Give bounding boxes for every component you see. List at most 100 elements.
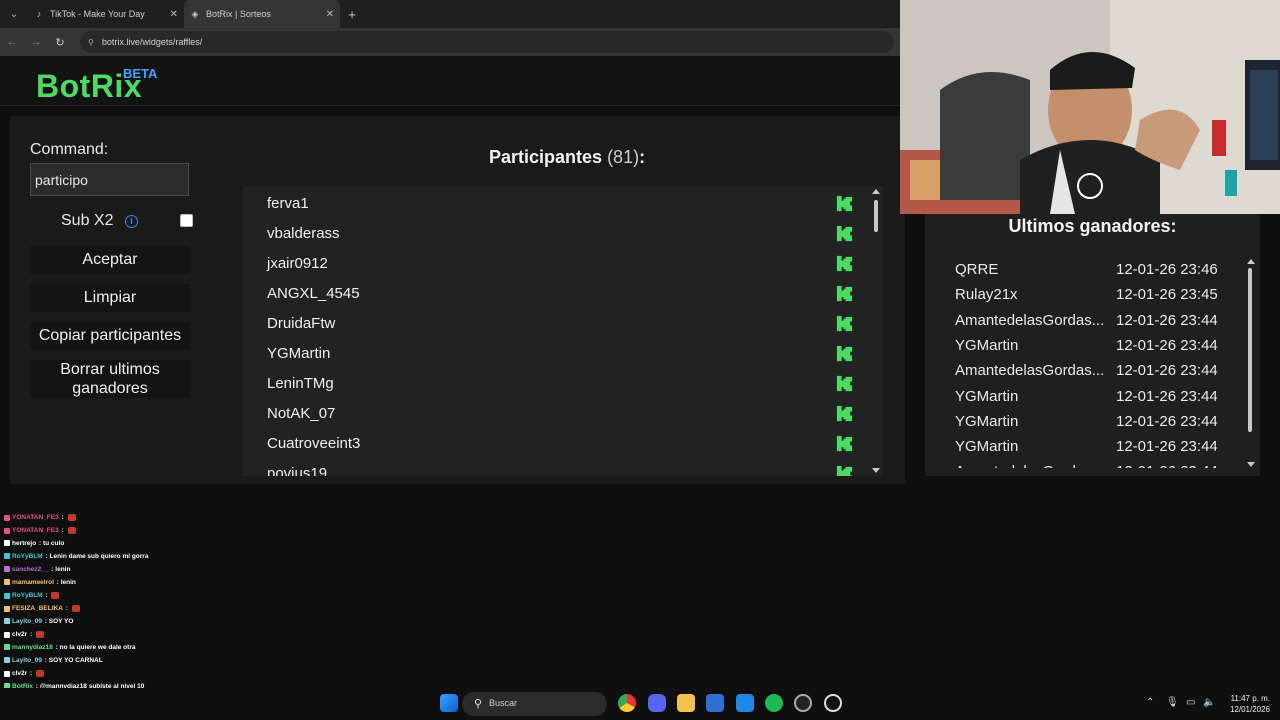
winner-date: 12-01-26 23:44	[1116, 387, 1218, 405]
stream-chat-overlay: YONATAN_FE3 : YONATAN_FE3 : hertrejo : t…	[0, 502, 300, 712]
winner-date: 12-01-26 23:44	[1116, 362, 1218, 380]
browser-toolbar: ← → ↻ ⚲ botrix.live/widgets/raffles/	[0, 28, 900, 56]
close-icon[interactable]: ✕	[326, 9, 334, 20]
kick-icon	[836, 435, 853, 452]
windows-start-icon[interactable]	[440, 694, 458, 712]
emote-icon	[71, 605, 80, 612]
copy-participants-button[interactable]: Copiar participantes	[30, 322, 190, 350]
participant-name: NotAK_07	[267, 405, 336, 422]
chat-separator: :	[43, 592, 50, 600]
botrix-favicon-icon: ◈	[191, 8, 199, 19]
scroll-up-arrow-icon[interactable]	[1247, 259, 1255, 264]
scroll-down-arrow-icon[interactable]	[1247, 462, 1255, 467]
command-input[interactable]	[30, 163, 189, 196]
winner-row: YGMartin 12-01-26 23:44	[955, 383, 1245, 408]
mail-icon[interactable]	[736, 694, 754, 712]
accept-button[interactable]: Aceptar	[30, 246, 190, 274]
app-circle-icon[interactable]	[794, 694, 812, 712]
spotify-icon[interactable]	[765, 694, 783, 712]
kick-icon	[836, 255, 853, 272]
new-tab-button[interactable]: +	[340, 7, 364, 22]
participant-row: DruidaFtw	[243, 308, 853, 338]
reload-icon[interactable]: ↻	[48, 36, 72, 49]
clock-date: 12/01/2026	[1229, 705, 1270, 714]
participant-name: LeninTMg	[267, 375, 334, 392]
chat-message: sanchez2__ : lenin	[4, 566, 70, 573]
info-icon[interactable]: i	[125, 215, 138, 228]
winner-date: 12-01-26 23:46	[1116, 261, 1218, 278]
tab-tiktok[interactable]: ♪ TikTok - Make Your Day ✕	[28, 0, 184, 28]
scroll-down-arrow-icon[interactable]	[872, 468, 880, 473]
chat-username: mannydiaz18	[12, 644, 53, 651]
obs-icon[interactable]	[824, 694, 842, 712]
close-icon[interactable]: ✕	[170, 9, 178, 20]
winner-date: 12-01-26 23:45	[1116, 286, 1218, 304]
chat-username: clv2r	[12, 631, 28, 639]
emote-icon	[35, 631, 44, 638]
volume-icon[interactable]: 🔈	[1203, 697, 1215, 708]
search-icon: ⚲	[474, 698, 483, 710]
last-winners-list[interactable]: QRRE 12-01-26 23:46 Rulay21x 12-01-26 23:45…	[925, 256, 1245, 468]
emote-icon	[67, 527, 76, 534]
scroll-up-arrow-icon[interactable]	[872, 189, 880, 194]
kick-icon	[836, 405, 853, 422]
chat-username: hertrejo	[12, 540, 37, 547]
chat-message: hertrejo : tu culo	[4, 540, 64, 547]
store-icon[interactable]	[706, 694, 724, 712]
chat-badge-icon	[4, 553, 10, 560]
taskbar-search[interactable]: ⚲ Buscar	[462, 692, 607, 716]
participants-title: Participantes (81):	[489, 147, 645, 168]
chat-username: clv2r	[12, 670, 28, 678]
microphone-icon[interactable]: 🎙	[1166, 697, 1179, 708]
participants-scrollbar[interactable]	[869, 186, 883, 476]
network-icon[interactable]: ▭	[1186, 697, 1195, 708]
participant-name: povius19	[267, 465, 328, 476]
chat-text: lenin	[60, 579, 76, 586]
scrollbar-thumb[interactable]	[874, 200, 878, 232]
kick-icon	[836, 465, 853, 476]
discord-icon[interactable]	[648, 694, 666, 712]
site-info-icon[interactable]: ⚲	[88, 38, 94, 47]
scrollbar-thumb[interactable]	[1248, 268, 1252, 432]
chat-message: Layito_09 : SOY YO	[4, 618, 73, 625]
tab-botrix[interactable]: ◈ BotRix | Sorteos ✕	[184, 0, 340, 28]
chat-separator: :	[28, 631, 34, 639]
participant-name: jxair0912	[267, 255, 328, 272]
winner-name: YGMartin	[955, 412, 1019, 430]
winners-scrollbar[interactable]	[1244, 256, 1256, 470]
chat-username: mamameelrol	[12, 579, 54, 586]
chat-username: YONATAN_FE3	[12, 514, 59, 522]
chrome-icon[interactable]	[618, 694, 636, 712]
delete-last-winners-button[interactable]: Borrar ultimos ganadores	[30, 360, 190, 398]
sub-x2-row: Sub X2 i	[30, 212, 200, 236]
tray-chevron-icon[interactable]: ⌃	[1146, 697, 1154, 708]
forward-arrow-icon[interactable]: →	[24, 36, 48, 48]
winner-date: 12-01-26 23:44	[1116, 336, 1218, 354]
chat-message: YONATAN_FE3 :	[4, 514, 76, 521]
kick-icon	[836, 195, 853, 212]
winner-name: YGMartin	[955, 438, 1019, 456]
address-bar[interactable]: ⚲ botrix.live/widgets/raffles/	[80, 31, 894, 53]
chat-message: mamameelrol : lenin	[4, 579, 76, 586]
winner-name: YGMartin	[955, 336, 1019, 354]
file-explorer-icon[interactable]	[677, 694, 695, 712]
sub-x2-checkbox[interactable]	[180, 214, 193, 227]
chat-badge-icon	[4, 618, 10, 625]
clock-time: 11:47 p. m.	[1230, 694, 1270, 703]
command-label: Command:	[30, 141, 109, 158]
chat-message: mannydiaz18 : no la quiere we dale otra	[4, 644, 135, 651]
back-arrow-icon[interactable]: ←	[0, 36, 24, 48]
chat-username: FESIZA_BELIKA	[12, 605, 63, 613]
chat-message: Layito_09 : SOY YO CARNAL	[4, 657, 103, 664]
participants-list[interactable]: povius19 Cuatroveeint3 NotAK_07 LeninTMg YGM…	[243, 186, 883, 476]
clear-button[interactable]: Limpiar	[30, 284, 190, 312]
tab-title: BotRix | Sorteos	[206, 9, 271, 19]
kick-icon	[836, 225, 853, 242]
emote-icon	[67, 514, 76, 521]
participants-title-text: Participantes	[489, 147, 603, 167]
chat-username: sanchez2__	[12, 566, 49, 573]
kick-icon	[836, 315, 853, 332]
clock[interactable]: 11:47 p. m. 12/01/2026	[1220, 693, 1270, 715]
winner-row: YGMartin 12-01-26 23:44	[955, 408, 1245, 433]
tab-search-chevron-icon[interactable]: ⌄	[0, 0, 28, 28]
